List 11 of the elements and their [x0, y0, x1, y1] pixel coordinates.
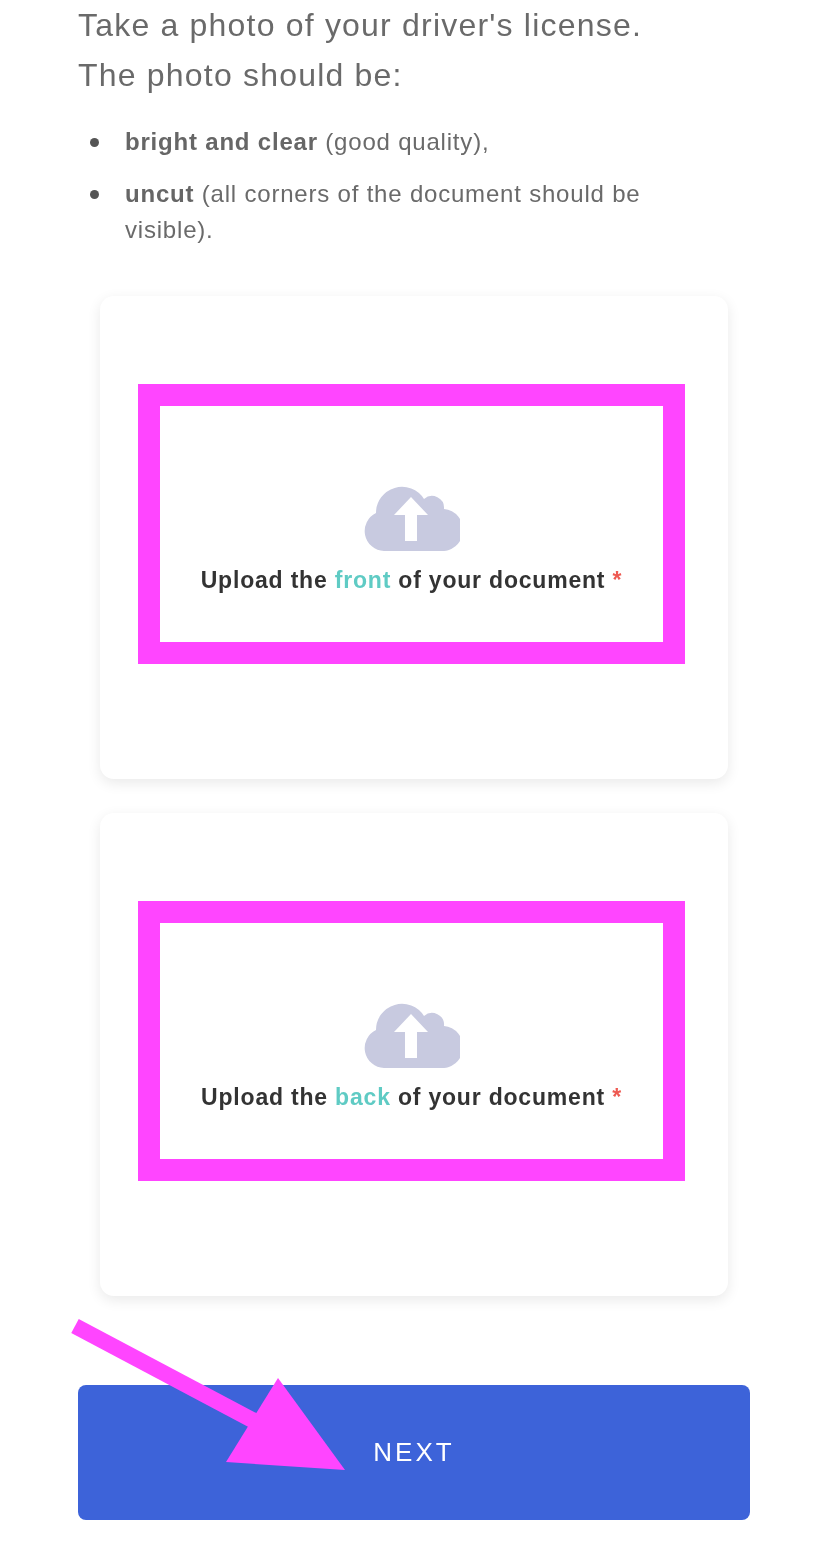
upload-label: Upload the back of your document * [201, 1083, 622, 1111]
requirement-text: bright and clear (good quality), [125, 127, 491, 157]
next-button[interactable]: NEXT [78, 1385, 750, 1520]
upload-label: Upload the front of your document * [200, 566, 623, 594]
requirement-text: uncut (all corners of the document should be visible). [125, 179, 642, 245]
bullet-icon [90, 138, 99, 147]
upload-card[interactable]: Upload the back of your document * [100, 813, 728, 1296]
instruction-text: The photo should be: [78, 56, 404, 95]
bullet-icon [90, 190, 99, 199]
instruction-text: Take a photo of your driver's license. [78, 6, 643, 45]
upload-card[interactable]: Upload the front of your document * [100, 296, 728, 779]
